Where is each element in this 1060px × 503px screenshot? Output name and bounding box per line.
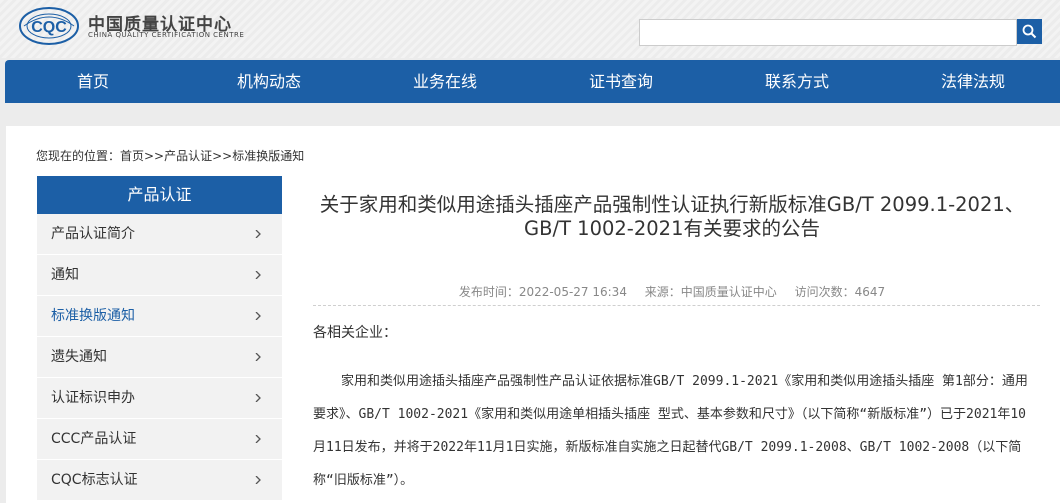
- chevron-right-icon: [255, 230, 261, 238]
- sidebar-item-loss-notice[interactable]: 遗失通知: [37, 337, 282, 378]
- nav-contact[interactable]: 联系方式: [709, 60, 885, 103]
- site-header: CQC 中国质量认证中心 CHINA QUALITY CERTIFICATION…: [0, 0, 1060, 58]
- nav-certificate-query[interactable]: 证书查询: [533, 60, 709, 103]
- search-input[interactable]: [639, 19, 1017, 46]
- sidebar-item-label: CQC标志认证: [51, 472, 138, 488]
- sidebar-item-standard-change[interactable]: 标准换版通知: [37, 296, 282, 337]
- org-name-en: CHINA QUALITY CERTIFICATION CENTRE: [88, 31, 245, 39]
- nav-business-online[interactable]: 业务在线: [357, 60, 533, 103]
- sidebar-item-label: 产品认证简介: [51, 226, 135, 242]
- nav-home[interactable]: 首页: [5, 60, 181, 103]
- divider: [313, 305, 1040, 306]
- sidebar-item-label: 标准换版通知: [51, 308, 135, 324]
- nav-laws[interactable]: 法律法规: [885, 60, 1060, 103]
- chevron-right-icon: [255, 435, 261, 443]
- nav-institution-news[interactable]: 机构动态: [181, 60, 357, 103]
- logo-text: CQC: [31, 19, 67, 36]
- chevron-right-icon: [255, 312, 261, 320]
- sidebar-item-label: CCC产品认证: [51, 431, 137, 447]
- sidebar-item-cqc-mark[interactable]: CQC标志认证: [37, 460, 282, 501]
- chevron-right-icon: [255, 476, 261, 484]
- article-title: 关于家用和类似用途插头插座产品强制性认证执行新版标准GB/T 2099.1-20…: [319, 193, 1025, 240]
- chevron-right-icon: [255, 353, 261, 361]
- article-source: 来源：中国质量认证中心: [644, 285, 777, 299]
- sidebar-item-label: 认证标识申办: [51, 390, 135, 406]
- sidebar-item-intro[interactable]: 产品认证简介: [37, 214, 282, 255]
- article-greeting: 各相关企业：: [313, 325, 397, 341]
- sidebar-title: 产品认证: [37, 176, 282, 214]
- article-meta: 发布时间：2022-05-27 16:34 来源：中国质量认证中心 访问次数：4…: [312, 283, 1032, 300]
- chevron-right-icon: [255, 394, 261, 402]
- sidebar-item-mark-application[interactable]: 认证标识申办: [37, 378, 282, 419]
- search-icon: [1022, 24, 1037, 39]
- sidebar-item-ccc[interactable]: CCC产品认证: [37, 419, 282, 460]
- article-paragraph: 家用和类似用途插头插座产品强制性产品认证依据标准GB/T 2099.1-2021…: [313, 374, 1028, 488]
- sidebar: 产品认证 产品认证简介 通知 标准换版通知 遗失通知 认证标识申办 CCC产品认…: [37, 176, 282, 501]
- search-button[interactable]: [1017, 19, 1042, 44]
- main-nav: 首页 机构动态 业务在线 证书查询 联系方式 法律法规: [5, 60, 1060, 103]
- chevron-right-icon: [255, 271, 261, 279]
- cqc-logo-icon[interactable]: CQC: [18, 6, 80, 46]
- publish-time: 发布时间：2022-05-27 16:34: [458, 285, 627, 299]
- sidebar-item-label: 通知: [51, 267, 79, 283]
- sidebar-item-label: 遗失通知: [51, 349, 107, 365]
- sidebar-item-notice[interactable]: 通知: [37, 255, 282, 296]
- visit-count: 访问次数：4647: [794, 285, 886, 299]
- breadcrumb[interactable]: 您现在的位置：首页>>产品认证>>标准换版通知: [36, 147, 304, 164]
